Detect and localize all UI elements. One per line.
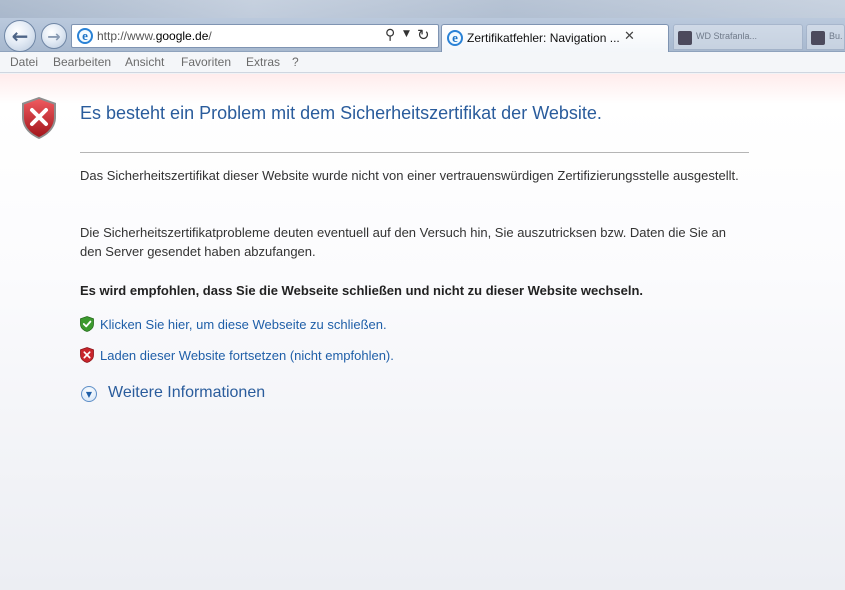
ie-logo-icon: e [77, 28, 93, 44]
menu-bar: Datei Bearbeiten Ansicht Favoriten Extra… [0, 52, 845, 73]
tab-certificate-error[interactable]: e Zertifikatfehler: Navigation ... ✕ [441, 24, 669, 52]
risk-explanation: Die Sicherheitszertifikatprobleme deuten… [80, 225, 727, 259]
green-shield-check-icon [80, 316, 94, 332]
dropdown-arrow-icon[interactable]: ▼ [403, 29, 410, 39]
menu-item-help[interactable]: ? [292, 55, 299, 69]
background-tab-label: WD Strafanla... [696, 31, 758, 41]
refresh-icon[interactable]: ↻ [417, 26, 430, 44]
blurred-taskbar-area [0, 0, 845, 18]
background-tab-label: Bu... [829, 31, 843, 41]
more-information-label: Weitere Informationen [108, 384, 266, 401]
back-button[interactable]: ← [4, 20, 36, 52]
address-url[interactable]: http://www.google.de/ [97, 29, 212, 43]
background-tab[interactable]: WD Strafanla... [673, 24, 803, 50]
menu-item-favoriten[interactable]: Favoriten [181, 55, 231, 69]
menu-item-bearbeiten[interactable]: Bearbeiten [53, 55, 111, 69]
address-bar[interactable]: e http://www.google.de/ ⚲ ▼ ↻ [71, 24, 439, 48]
ie-logo-icon: e [447, 30, 463, 46]
background-tab[interactable]: Bu... [806, 24, 845, 50]
close-page-link[interactable]: Klicken Sie hier, um diese Webseite zu s… [100, 317, 387, 332]
forward-button[interactable]: → [41, 23, 67, 49]
back-arrow-icon: ← [11, 24, 29, 48]
menu-item-datei[interactable]: Datei [10, 55, 38, 69]
tab-favicon-icon [811, 31, 825, 45]
browser-toolbar: ← → e http://www.google.de/ ⚲ ▼ ↻ e Zert… [0, 0, 845, 52]
security-shield-error-icon [22, 97, 56, 139]
certificate-explanation: Das Sicherheitszertifikat dieser Website… [80, 168, 739, 183]
menu-item-ansicht[interactable]: Ansicht [125, 55, 164, 69]
continue-to-site-link[interactable]: Laden dieser Website fortsetzen (nicht e… [100, 348, 394, 363]
red-shield-x-icon [80, 347, 94, 363]
close-icon[interactable]: ✕ [624, 29, 635, 44]
divider [80, 152, 749, 153]
recommendation-text: Es wird empfohlen, dass Sie die Webseite… [80, 283, 644, 298]
menu-item-extras[interactable]: Extras [246, 55, 280, 69]
tab-favicon-icon [678, 31, 692, 45]
error-page: Es besteht ein Problem mit dem Sicherhei… [0, 74, 845, 590]
chevron-down-icon: ▼ [81, 386, 97, 402]
search-icon[interactable]: ⚲ [385, 27, 395, 43]
forward-arrow-icon: → [47, 26, 61, 46]
tab-title: Zertifikatfehler: Navigation ... [467, 31, 620, 45]
page-title: Es besteht ein Problem mit dem Sicherhei… [80, 103, 602, 123]
